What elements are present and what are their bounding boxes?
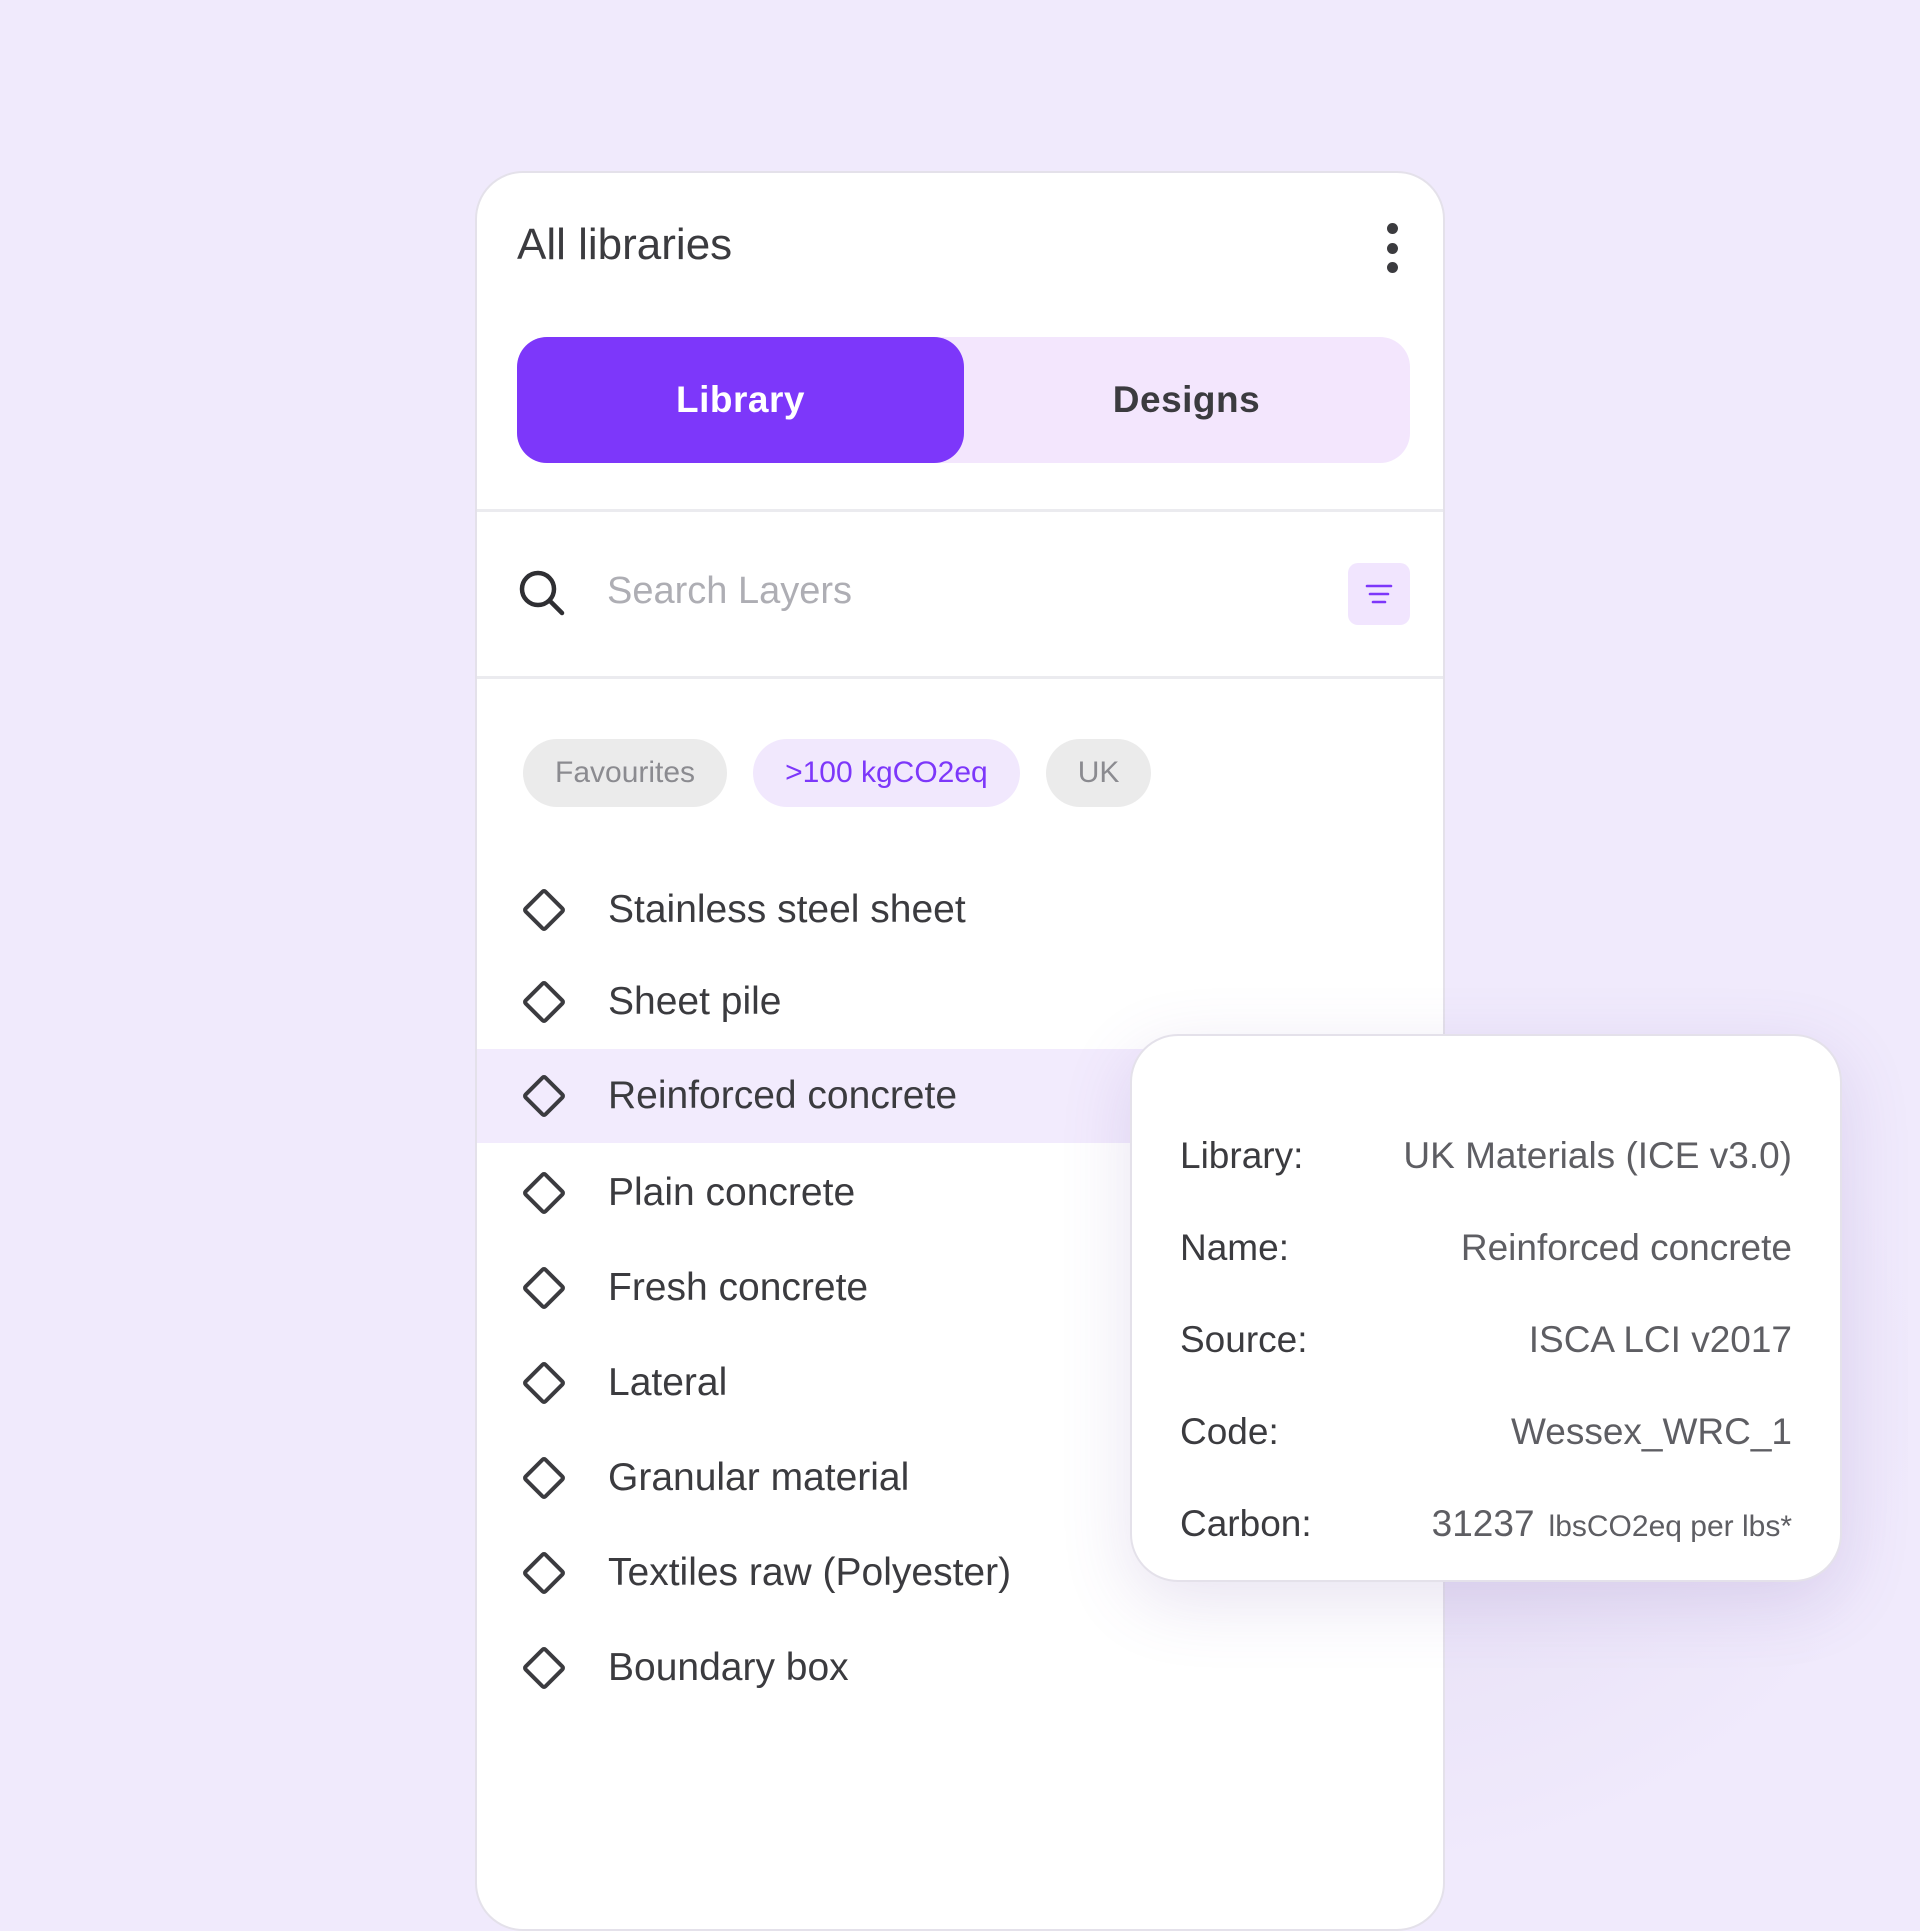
detail-label: Name:: [1180, 1227, 1289, 1268]
list-item-label: Fresh concrete: [608, 1266, 869, 1309]
list-item-label: Reinforced concrete: [608, 1074, 958, 1117]
detail-row-code: Code: Wessex_WRC_1: [1180, 1402, 1792, 1462]
divider: [477, 676, 1443, 679]
detail-label: Carbon:: [1180, 1503, 1312, 1544]
list-item-label: Boundary box: [608, 1646, 849, 1689]
list-item-label: Textiles raw (Polyester): [608, 1551, 1012, 1594]
diamond-icon: [523, 1362, 565, 1404]
list-item-label: Sheet pile: [608, 980, 782, 1023]
search-input[interactable]: [607, 559, 1307, 623]
list-item[interactable]: Boundary box: [477, 1621, 1443, 1715]
detail-row-source: Source: ISCA LCI v2017: [1180, 1310, 1792, 1370]
detail-value: 31237 lbsCO2eq per lbs*: [1432, 1503, 1792, 1545]
diamond-icon: [523, 981, 565, 1023]
material-details-card: Library: UK Materials (ICE v3.0) Name: R…: [1130, 1034, 1842, 1582]
list-item-label: Lateral: [608, 1361, 728, 1404]
detail-label: Source:: [1180, 1319, 1308, 1360]
panel-title: All libraries: [517, 220, 733, 269]
diamond-icon: [523, 1552, 565, 1594]
list-item-label: Plain concrete: [608, 1171, 856, 1214]
diamond-icon: [523, 1647, 565, 1689]
detail-label: Library:: [1180, 1135, 1304, 1176]
search-icon: [519, 570, 565, 616]
filter-chips: Favourites >100 kgCO2eq UK: [523, 739, 1152, 807]
detail-row-library: Library: UK Materials (ICE v3.0): [1180, 1126, 1792, 1186]
tab-designs[interactable]: Designs: [963, 337, 1410, 463]
tab-library[interactable]: Library: [517, 337, 964, 463]
list-item-label: Granular material: [608, 1456, 910, 1499]
carbon-value: 31237: [1431, 1503, 1535, 1544]
chip-uk[interactable]: UK: [1045, 739, 1152, 807]
diamond-icon: [523, 889, 565, 931]
tab-switcher: Library Designs: [517, 337, 1410, 463]
filter-lines-icon: [1365, 584, 1393, 604]
chip-carbon-threshold[interactable]: >100 kgCO2eq: [753, 739, 1020, 807]
diamond-icon: [523, 1172, 565, 1214]
carbon-unit: lbsCO2eq per lbs*: [1548, 1510, 1792, 1543]
more-vertical-icon[interactable]: [1372, 223, 1412, 273]
detail-value: ISCA LCI v2017: [1528, 1319, 1792, 1360]
list-item[interactable]: Stainless steel sheet: [477, 863, 1443, 957]
diamond-icon: [523, 1457, 565, 1499]
detail-row-name: Name: Reinforced concrete: [1180, 1218, 1792, 1278]
list-item-label: Stainless steel sheet: [608, 888, 966, 931]
diamond-icon: [523, 1267, 565, 1309]
chip-favourites[interactable]: Favourites: [523, 739, 728, 807]
detail-row-carbon: Carbon: 31237 lbsCO2eq per lbs*: [1180, 1494, 1792, 1554]
detail-value: Wessex_WRC_1: [1510, 1411, 1792, 1452]
diamond-icon: [523, 1075, 565, 1117]
detail-value: Reinforced concrete: [1460, 1227, 1792, 1268]
divider: [477, 509, 1443, 512]
filter-button[interactable]: [1348, 563, 1410, 625]
detail-label: Code:: [1180, 1411, 1279, 1452]
detail-value: UK Materials (ICE v3.0): [1403, 1135, 1792, 1176]
